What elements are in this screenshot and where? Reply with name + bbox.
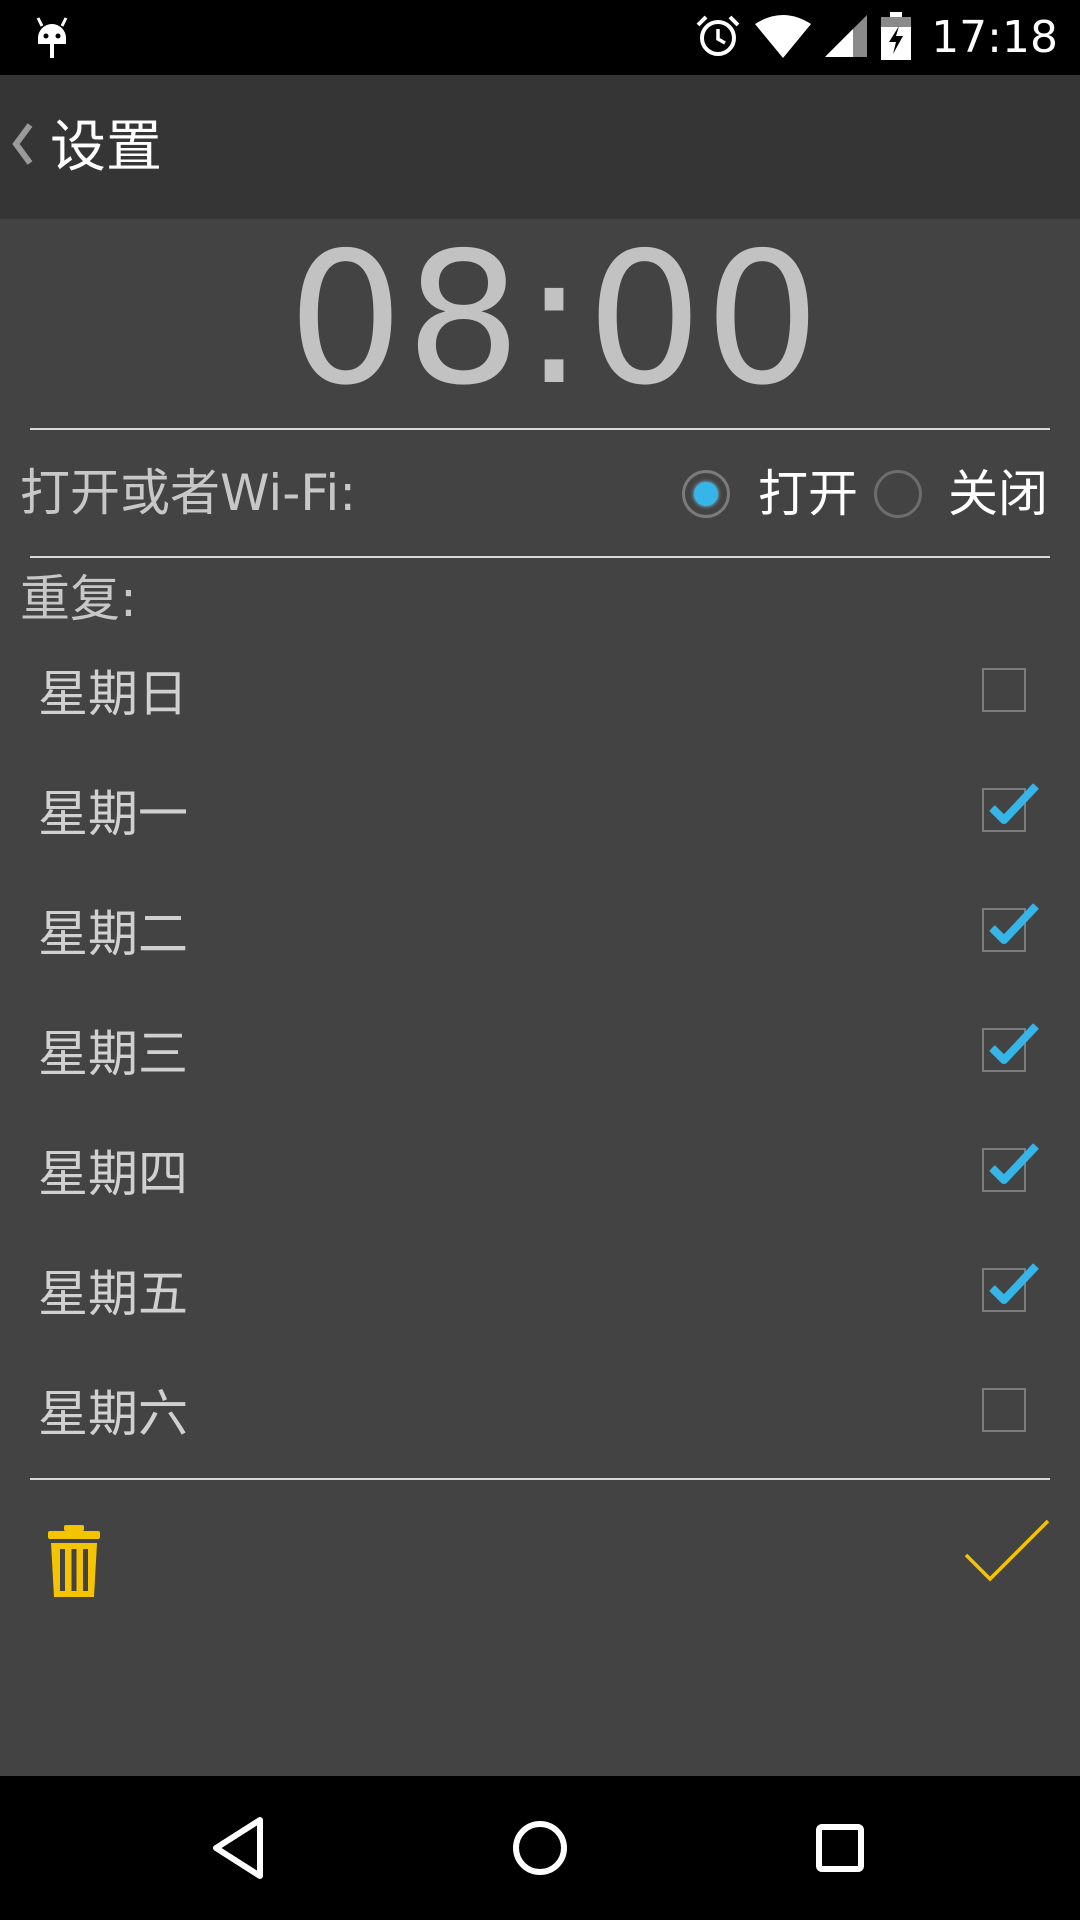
- android-icon: [34, 14, 70, 66]
- list-item[interactable]: 星期二: [0, 874, 1080, 994]
- battery-charging-icon: [881, 11, 912, 64]
- alarm-time[interactable]: 08:00: [0, 219, 1080, 419]
- list-item[interactable]: 星期日: [0, 634, 1080, 754]
- status-bar: 17:18: [0, 0, 1080, 75]
- radio-wifi-off[interactable]: [874, 470, 922, 518]
- day-checkbox[interactable]: [982, 1143, 1039, 1192]
- list-item[interactable]: 星期六: [0, 1354, 1080, 1474]
- signal-icon: [825, 14, 868, 61]
- navigation-bar: [0, 1776, 1080, 1920]
- day-label: 星期一: [38, 785, 188, 843]
- day-label: 星期日: [38, 665, 188, 723]
- check-icon: [989, 1023, 1039, 1064]
- divider: [30, 428, 1050, 430]
- day-label: 星期二: [38, 905, 188, 963]
- page-title[interactable]: 设置: [50, 115, 162, 181]
- radio-wifi-on-label[interactable]: 打开: [758, 464, 858, 524]
- status-time: 17:18: [931, 12, 1058, 63]
- day-label: 星期三: [38, 1025, 188, 1083]
- action-bar: 设置: [0, 75, 1080, 219]
- checkmark-icon[interactable]: [962, 1517, 1050, 1587]
- check-icon: [989, 903, 1039, 944]
- wifi-radio-group: 打开 关闭: [680, 464, 1060, 524]
- wifi-label: 打开或者Wi-Fi:: [20, 464, 357, 522]
- check-icon: [989, 1143, 1039, 1184]
- bottom-actions: [0, 1495, 1080, 1635]
- repeat-label: 重复:: [20, 570, 137, 628]
- radio-wifi-on[interactable]: [682, 470, 730, 518]
- list-item[interactable]: 星期四: [0, 1114, 1080, 1234]
- back-triangle-icon[interactable]: [198, 1806, 282, 1890]
- list-item[interactable]: 星期三: [0, 994, 1080, 1114]
- day-label: 星期五: [38, 1265, 188, 1323]
- chevron-left-icon[interactable]: [10, 119, 36, 180]
- day-checkbox[interactable]: [982, 1263, 1039, 1312]
- radio-wifi-off-label[interactable]: 关闭: [948, 464, 1048, 524]
- list-item[interactable]: 星期一: [0, 754, 1080, 874]
- divider: [30, 1478, 1050, 1480]
- day-checkbox[interactable]: [982, 1023, 1039, 1072]
- wifi-icon: [755, 14, 812, 62]
- list-item[interactable]: 星期五: [0, 1234, 1080, 1354]
- alarm-icon: [695, 13, 741, 63]
- recents-square-icon[interactable]: [798, 1806, 882, 1890]
- day-checkbox[interactable]: [982, 1388, 1026, 1432]
- day-label: 星期四: [38, 1145, 188, 1203]
- check-icon: [989, 1263, 1039, 1304]
- trash-icon[interactable]: [46, 1525, 102, 1599]
- home-circle-icon[interactable]: [498, 1806, 582, 1890]
- divider: [30, 556, 1050, 558]
- day-checkbox[interactable]: [982, 668, 1026, 712]
- day-label: 星期六: [38, 1385, 188, 1443]
- day-checkbox[interactable]: [982, 783, 1039, 832]
- day-checkbox[interactable]: [982, 903, 1039, 952]
- check-icon: [989, 783, 1039, 824]
